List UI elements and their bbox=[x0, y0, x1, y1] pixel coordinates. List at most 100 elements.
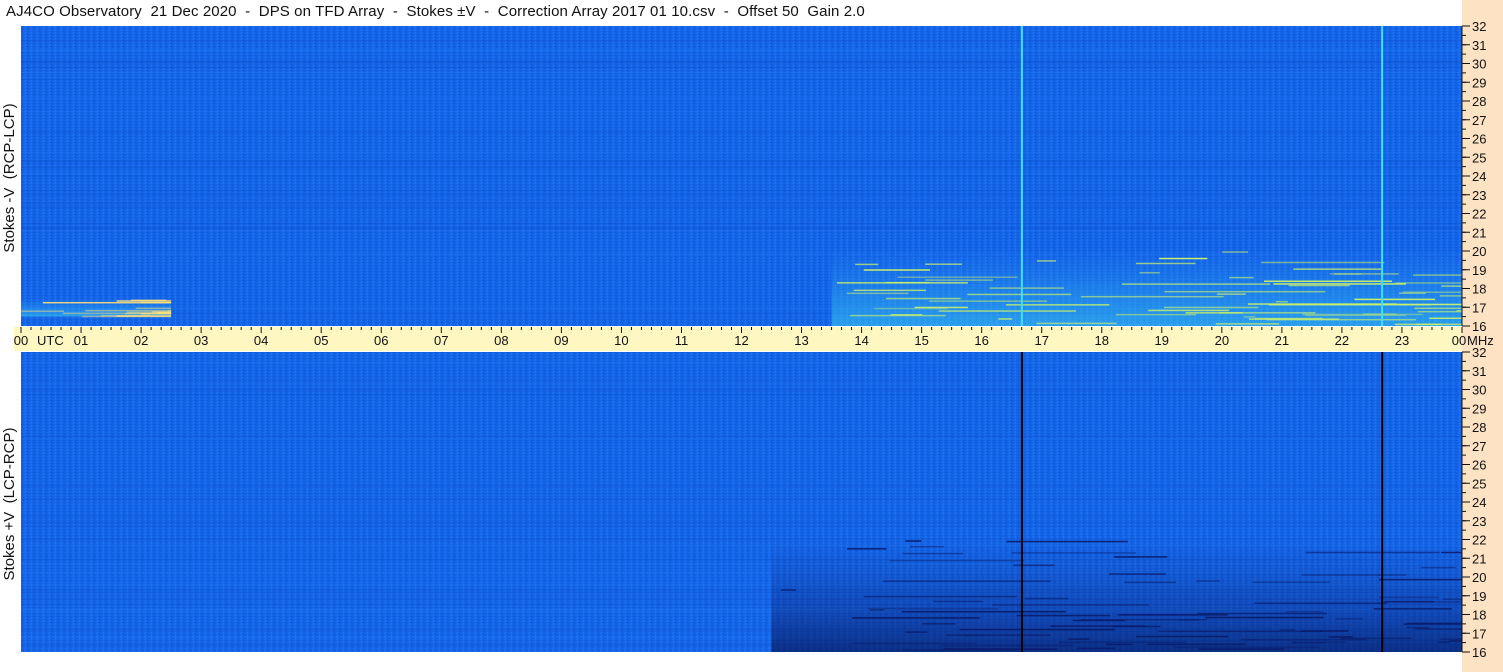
emission-streak bbox=[905, 631, 928, 633]
emission-streak bbox=[781, 589, 796, 591]
freq-tick-label: 31 bbox=[1472, 364, 1486, 379]
emission-streak bbox=[1118, 614, 1228, 616]
emission-streak bbox=[1185, 312, 1243, 314]
noise-band bbox=[21, 72, 1462, 74]
emission-streak bbox=[1288, 284, 1350, 287]
noise-band bbox=[21, 230, 1462, 232]
emission-streak bbox=[889, 559, 1025, 562]
freq-tick-label: 16 bbox=[1472, 319, 1486, 334]
emission-streak bbox=[964, 634, 978, 636]
noise-band bbox=[21, 77, 1462, 79]
time-end-label: 00 bbox=[1452, 333, 1466, 348]
time-hour-label: 19 bbox=[1155, 333, 1169, 348]
emission-streak bbox=[1340, 637, 1412, 640]
noise-band bbox=[21, 78, 1462, 80]
freq-tick-label: 19 bbox=[1472, 263, 1486, 278]
time-start-label: 00 bbox=[14, 333, 28, 348]
emission-streak bbox=[1441, 285, 1462, 287]
freq-tick-label: 24 bbox=[1472, 495, 1486, 510]
freq-tick-label: 30 bbox=[1472, 383, 1486, 398]
emission-streak bbox=[1291, 641, 1325, 644]
noise-band bbox=[21, 49, 1462, 51]
emission-streak bbox=[855, 263, 879, 266]
noise-band bbox=[21, 97, 1462, 99]
noise-band bbox=[21, 161, 1462, 163]
emission-streak bbox=[998, 318, 1013, 320]
noise-band bbox=[21, 111, 1462, 113]
emission-streak bbox=[1222, 251, 1249, 253]
emission-streak bbox=[905, 540, 922, 542]
freq-tick-label: 22 bbox=[1472, 207, 1486, 222]
time-hour-label: 15 bbox=[914, 333, 928, 348]
time-hour-label: 13 bbox=[794, 333, 808, 348]
emission-streak bbox=[1124, 581, 1177, 584]
emission-streak bbox=[1254, 602, 1387, 604]
emission-streak bbox=[1275, 300, 1289, 303]
time-hour-label: 07 bbox=[434, 333, 448, 348]
freq-tick-label: 26 bbox=[1472, 458, 1486, 473]
emission-streak bbox=[1205, 616, 1324, 619]
time-hour-label: 21 bbox=[1275, 333, 1289, 348]
emission-streak bbox=[902, 552, 963, 555]
emission-streak bbox=[1036, 322, 1117, 325]
time-hour-label: 23 bbox=[1395, 333, 1409, 348]
freq-tick-label: 17 bbox=[1472, 300, 1486, 315]
freq-tick-label: 16 bbox=[1472, 645, 1486, 660]
time-hour-label: 14 bbox=[854, 333, 868, 348]
emission-streak bbox=[910, 545, 945, 548]
emission-streak bbox=[869, 609, 885, 611]
freq-tick-label: 17 bbox=[1472, 626, 1486, 641]
noise-band bbox=[21, 525, 1462, 527]
emission-streak bbox=[1394, 323, 1442, 326]
freq-tick-label: 26 bbox=[1472, 132, 1486, 147]
emission-streak bbox=[992, 604, 1149, 606]
emission-streak bbox=[1324, 641, 1346, 643]
emission-streak bbox=[1164, 290, 1326, 293]
time-hour-label: 03 bbox=[194, 333, 208, 348]
emission-streak bbox=[1285, 611, 1324, 613]
emission-streak bbox=[1440, 638, 1462, 640]
time-hour-label: 02 bbox=[134, 333, 148, 348]
noise-band bbox=[21, 485, 1462, 487]
emission-streak bbox=[1013, 564, 1055, 567]
emission-streak bbox=[1384, 600, 1434, 603]
emission-streak bbox=[1121, 283, 1271, 285]
emission-streak bbox=[1293, 268, 1383, 270]
emission-streak bbox=[863, 269, 930, 271]
noise-band bbox=[21, 167, 1462, 169]
freq-tick-label: 18 bbox=[1472, 282, 1486, 297]
emission-streak bbox=[1335, 618, 1364, 620]
time-hour-label: 17 bbox=[1034, 333, 1048, 348]
emission-streak bbox=[85, 309, 172, 312]
freq-tick-label: 27 bbox=[1472, 439, 1486, 454]
emission-streak bbox=[1438, 641, 1450, 643]
emission-streak bbox=[1036, 260, 1056, 262]
emission-streak bbox=[882, 580, 1051, 583]
time-hour-label: 01 bbox=[74, 333, 88, 348]
emission-streak bbox=[933, 600, 983, 603]
noise-band bbox=[21, 173, 1462, 175]
emission-streak bbox=[1373, 608, 1452, 610]
freq-tick-label: 18 bbox=[1472, 608, 1486, 623]
emission-streak bbox=[863, 595, 1017, 598]
emission-streak bbox=[989, 287, 1064, 289]
emission-streak bbox=[1058, 641, 1186, 644]
freq-tick-label: 23 bbox=[1472, 188, 1486, 203]
emission-streak bbox=[1195, 580, 1220, 582]
emission-streak bbox=[1305, 551, 1440, 554]
emission-streak bbox=[1173, 646, 1319, 649]
freq-tick-label: 32 bbox=[1472, 19, 1486, 34]
emission-streak bbox=[897, 276, 1018, 278]
time-hour-label: 09 bbox=[554, 333, 568, 348]
time-hour-label: 22 bbox=[1335, 333, 1349, 348]
freq-tick-label: 27 bbox=[1472, 113, 1486, 128]
emission-streak bbox=[890, 314, 923, 316]
noise-band bbox=[21, 435, 1462, 437]
emission-streak bbox=[1439, 295, 1462, 297]
emission-streak bbox=[1334, 273, 1399, 275]
emission-streak bbox=[1240, 638, 1367, 641]
noise-band bbox=[21, 515, 1462, 517]
freq-tick-label: 20 bbox=[1472, 570, 1486, 585]
time-hour-label: 06 bbox=[374, 333, 388, 348]
emission-streak bbox=[886, 297, 961, 300]
